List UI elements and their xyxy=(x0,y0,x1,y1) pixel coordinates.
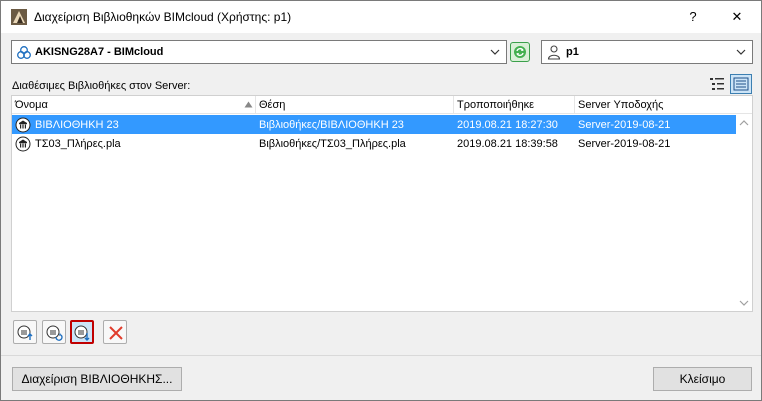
user-select[interactable]: p1 xyxy=(541,40,753,64)
column-header-location[interactable]: Θέση xyxy=(259,99,285,111)
footer-divider xyxy=(1,355,761,356)
library-upload-icon xyxy=(17,325,33,340)
manage-library-button[interactable]: Διαχείριση ΒΙΒΛΙΟΘΗΚΗΣ... xyxy=(12,367,182,391)
row-host-server: Server-2019-08-21 xyxy=(578,138,671,150)
delete-library-button[interactable] xyxy=(103,320,127,344)
library-container-icon xyxy=(15,136,31,152)
delete-icon xyxy=(109,326,123,340)
close-window-button[interactable]: ✕ xyxy=(717,5,757,29)
library-download-icon xyxy=(74,325,90,341)
list-header: Όνομα Θέση Τροποποιήθηκε Server Υποδοχής xyxy=(12,96,752,114)
column-header-name[interactable]: Όνομα xyxy=(15,99,48,111)
vertical-scrollbar[interactable] xyxy=(736,114,752,311)
help-button[interactable]: ? xyxy=(673,5,713,29)
row-location: Βιβλιοθήκες/ΤΣ03_Πλήρες.pla xyxy=(259,138,406,150)
column-header-modified[interactable]: Τροποποιήθηκε xyxy=(457,99,534,111)
bimcloud-library-icon xyxy=(15,117,31,133)
libraries-label: Διαθέσιμες Βιβλιοθήκες στον Server: xyxy=(12,80,191,92)
bimcloud-server-icon xyxy=(17,46,31,59)
details-view-button[interactable] xyxy=(730,74,752,94)
scroll-up-icon[interactable] xyxy=(739,120,749,126)
chevron-down-icon xyxy=(736,49,746,55)
row-modified: 2019.08.21 18:27:30 xyxy=(457,119,558,131)
row-modified: 2019.08.21 18:39:58 xyxy=(457,138,558,150)
table-row[interactable]: ΤΣ03_Πλήρες.pla Βιβλιοθήκες/ΤΣ03_Πλήρες.… xyxy=(12,134,736,153)
upload-library-button[interactable] xyxy=(13,320,37,344)
sort-ascending-icon xyxy=(244,101,253,108)
library-manager-dialog: Διαχείριση Βιβλιοθηκών BIMcloud (Χρήστης… xyxy=(0,0,762,401)
list-view-icon xyxy=(710,78,724,90)
column-separator[interactable] xyxy=(255,96,256,114)
row-host-server: Server-2019-08-21 xyxy=(578,119,671,131)
download-library-button[interactable] xyxy=(70,320,94,344)
user-select-value: p1 xyxy=(566,46,579,58)
list-view-button[interactable] xyxy=(706,74,728,94)
archicad-app-icon xyxy=(11,9,27,25)
window-title: Διαχείριση Βιβλιοθηκών BIMcloud (Χρήστης… xyxy=(34,10,292,24)
update-library-button[interactable] xyxy=(42,320,66,344)
refresh-icon xyxy=(514,46,526,58)
column-header-host-server[interactable]: Server Υποδοχής xyxy=(578,99,663,111)
library-list[interactable]: Όνομα Θέση Τροποποιήθηκε Server Υποδοχής… xyxy=(11,95,753,312)
row-name: ΤΣ03_Πλήρες.pla xyxy=(35,138,121,150)
row-location: Βιβλιοθήκες/ΒΙΒΛΙΟΘΗΚΗ 23 xyxy=(259,119,404,131)
chevron-down-icon xyxy=(490,49,500,55)
server-select[interactable]: AKISNG28A7 - BIMcloud xyxy=(11,40,507,64)
row-name: ΒΙΒΛΙΟΘΗΚΗ 23 xyxy=(35,119,119,131)
column-separator[interactable] xyxy=(574,96,575,114)
close-button[interactable]: Κλείσιμο xyxy=(653,367,752,391)
table-row[interactable]: ΒΙΒΛΙΟΘΗΚΗ 23 Βιβλιοθήκες/ΒΙΒΛΙΟΘΗΚΗ 23 … xyxy=(12,115,736,134)
column-separator[interactable] xyxy=(453,96,454,114)
server-select-value: AKISNG28A7 - BIMcloud xyxy=(35,46,164,58)
title-bar: Διαχείριση Βιβλιοθηκών BIMcloud (Χρήστης… xyxy=(1,1,761,33)
user-icon xyxy=(547,45,561,60)
refresh-button[interactable] xyxy=(510,42,530,62)
details-view-icon xyxy=(733,77,749,91)
library-update-icon xyxy=(46,325,63,341)
scroll-down-icon[interactable] xyxy=(739,300,749,306)
